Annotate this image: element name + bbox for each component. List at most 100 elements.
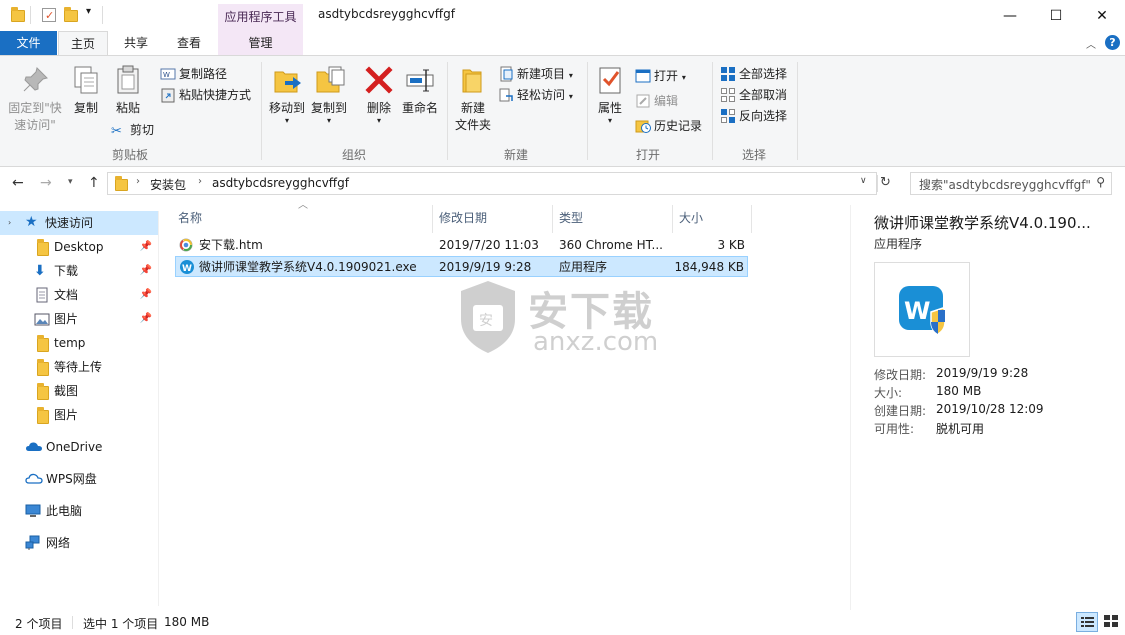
up-arrow-icon[interactable]: ↑ [88,175,100,191]
search-icon[interactable]: ⚲ [1096,175,1105,189]
folder-icon [115,176,128,191]
column-header-name[interactable]: 名称 [178,209,202,226]
column-divider[interactable] [751,205,752,233]
nav-this-pc[interactable]: 此电脑 [0,499,158,523]
tab-manage[interactable]: 管理 [218,31,303,55]
expand-chevron-icon[interactable]: › [8,211,11,235]
large-icons-view-icon [1104,615,1118,627]
star-icon: ★ [25,214,38,230]
copy-path-icon: W [160,66,176,82]
nav-wps-drive[interactable]: WPS网盘 [0,467,158,491]
address-history-chevron-icon[interactable]: ∨ [860,176,867,186]
search-input[interactable]: 搜索"asdtybcdsreygghcvffgf" ⚲ [910,172,1112,195]
copy-button[interactable]: 复制 [68,64,104,117]
customize-quick-access-icon[interactable]: ▾ [86,6,91,17]
nav-item-screenshots[interactable]: 截图 [0,379,158,403]
pin-to-quick-access-button[interactable]: 固定到"快 速访问" [6,64,64,134]
copy-path-button[interactable]: W 复制路径 [160,64,227,84]
network-icon [25,535,41,551]
history-button[interactable]: 历史记录 [635,116,702,136]
group-divider [587,62,588,160]
nav-network[interactable]: 网络 [0,531,158,555]
table-row[interactable]: 安下载.htm 2019/7/20 11:03 360 Chrome HT...… [175,235,748,256]
rename-icon [404,64,436,96]
invert-selection-button[interactable]: 反向选择 [720,106,787,126]
nav-label: 图片 [54,312,79,326]
minimize-button[interactable]: — [987,0,1033,31]
file-name: 微讲师课堂教学系统V4.0.1909021.exe [199,260,417,274]
nav-quick-access[interactable]: › ★ 快速访问 [0,211,158,235]
divider [72,616,73,629]
new-group-label: 新建 [503,148,528,162]
tab-file[interactable]: 文件 [0,31,57,55]
move-to-icon [271,64,303,96]
collapse-ribbon-icon[interactable]: ︿ [1086,36,1096,51]
nav-item-temp[interactable]: temp [0,331,158,355]
open-button[interactable]: 打开 ▾ [635,66,686,86]
nav-item-downloads[interactable]: ⬇ 下载 📌 [0,259,158,283]
ribbon: 固定到"快 速访问" 复制 粘贴 W 复制路径 粘贴快捷方式 ✂ 剪切 剪贴板 移动… [0,55,1125,167]
column-header-type[interactable]: 类型 [559,209,583,226]
breadcrumb-item[interactable]: 安装包 [150,176,186,193]
paste-button[interactable]: 粘贴 [108,64,148,117]
help-icon[interactable]: ? [1105,35,1120,50]
app-logo-icon: W [899,286,946,335]
properties-button[interactable]: 属性 ▾ [592,64,628,125]
preview-availability-key: 可用性: [874,422,915,436]
edit-label: 编辑 [654,94,679,108]
tab-view[interactable]: 查看 [164,31,214,55]
clipboard-group-label: 剪贴板 [111,148,148,162]
breadcrumb-current[interactable]: asdtybcdsreygghcvffgf [212,176,349,190]
new-folder-button[interactable]: 新建 文件夹 [452,64,494,134]
pane-divider [158,211,159,606]
new-folder-icon[interactable] [63,7,79,23]
navigation-pane: › ★ 快速访问 Desktop 📌 ⬇ 下载 📌 文档 📌 图片 📌 temp… [0,205,160,610]
invert-selection-label: 反向选择 [739,109,788,123]
copy-to-chevron-icon: ▾ [326,116,331,125]
nav-item-pictures[interactable]: 图片 📌 [0,307,158,331]
move-to-button[interactable]: 移动到 ▾ [266,64,308,125]
close-button[interactable]: ✕ [1079,0,1125,31]
column-divider[interactable] [432,205,433,233]
column-divider[interactable] [552,205,553,233]
cut-button[interactable]: ✂ 剪切 [111,120,154,140]
folder-icon [36,335,52,352]
details-view-button[interactable] [1076,612,1098,632]
tab-home[interactable]: 主页 [58,31,108,56]
column-header-date[interactable]: 修改日期 [439,209,487,226]
pin-icon: 📌 [139,289,152,300]
nav-item-pictures-folder[interactable]: 图片 [0,403,158,427]
svg-text:W: W [182,264,192,274]
nav-item-desktop[interactable]: Desktop 📌 [0,235,158,259]
column-header-size[interactable]: 大小 [679,209,703,226]
nav-item-pending-upload[interactable]: 等待上传 [0,355,158,379]
delete-button[interactable]: 删除 ▾ [362,64,396,125]
folder-icon [36,383,52,400]
ribbon-tabs: 文件 主页 共享 查看 管理 ︿ ? [0,31,1125,56]
rename-button[interactable]: 重命名 [400,64,440,117]
back-arrow-icon[interactable]: ← [12,175,24,191]
copy-to-button[interactable]: 复制到 ▾ [308,64,350,125]
rename-label: 重命名 [401,101,438,115]
large-icons-view-button[interactable] [1101,612,1123,632]
nav-onedrive[interactable]: OneDrive [0,435,158,459]
properties-check-icon[interactable]: ✓ [41,7,57,23]
maximize-button[interactable]: ☐ [1033,0,1079,31]
new-item-button[interactable]: 新建项目 ▾ [498,64,573,84]
nav-item-documents[interactable]: 文档 📌 [0,283,158,307]
tab-share[interactable]: 共享 [112,31,160,55]
edit-button[interactable]: 编辑 [635,91,678,111]
column-divider[interactable] [672,205,673,233]
easy-access-button[interactable]: 轻松访问 ▾ [498,85,573,105]
address-bar[interactable]: › 安装包 › asdtybcdsreygghcvffgf ∨ [107,172,878,195]
recent-locations-chevron-icon[interactable]: ▾ [68,177,73,187]
sort-ascending-icon: ︿ [298,200,308,211]
paste-shortcut-button[interactable]: 粘贴快捷方式 [160,85,251,105]
open-label: 打开 [654,69,679,83]
select-all-button[interactable]: 全部选择 [720,64,787,84]
table-row-selected[interactable]: W 微讲师课堂教学系统V4.0.1909021.exe 2019/9/19 9:… [175,256,748,277]
select-none-button[interactable]: 全部取消 [720,85,787,105]
refresh-icon[interactable]: ↻ [880,175,891,190]
forward-arrow-icon[interactable]: → [40,175,52,191]
pictures-icon [34,311,50,327]
